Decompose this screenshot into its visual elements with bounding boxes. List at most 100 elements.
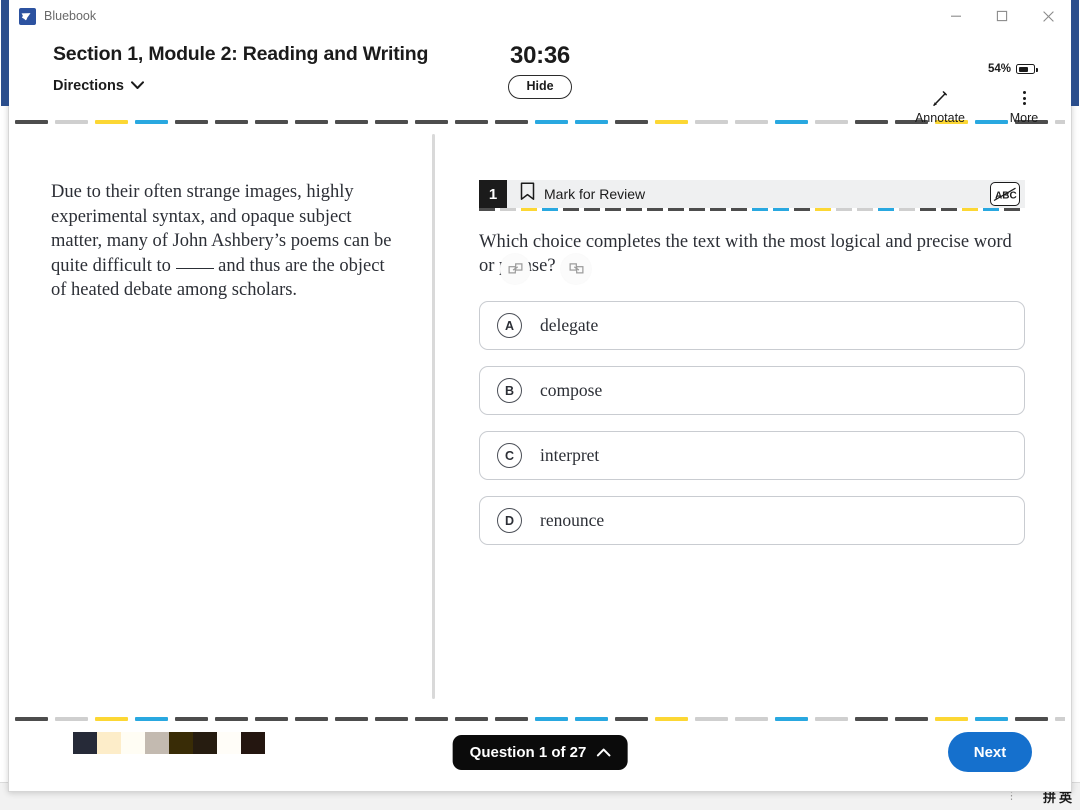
answer-choice-text: delegate xyxy=(540,315,599,336)
app-title: Bluebook xyxy=(44,9,97,23)
dash-segment xyxy=(752,208,768,211)
annotate-label: Annotate xyxy=(914,111,966,125)
question-number-badge: 1 xyxy=(479,180,507,208)
answer-choice-c[interactable]: Cinterpret xyxy=(479,431,1025,481)
more-button[interactable]: More xyxy=(993,88,1055,125)
annotate-button[interactable]: Annotate xyxy=(909,88,971,125)
question-nav-button[interactable]: Question 1 of 27 xyxy=(452,735,628,770)
dash-segment xyxy=(668,208,684,211)
dash-segment xyxy=(626,208,642,211)
page-title: Section 1, Module 2: Reading and Writing xyxy=(53,43,429,65)
taskbar-ghost-item xyxy=(253,791,257,803)
battery-status: 54% xyxy=(987,63,1038,75)
dash-segment xyxy=(479,208,495,211)
window-controls xyxy=(933,0,1071,32)
dash-segment xyxy=(920,208,936,211)
battery-icon xyxy=(1016,64,1038,74)
color-swatch[interactable] xyxy=(241,732,265,754)
answer-choice-letter: C xyxy=(497,443,522,469)
color-swatch[interactable] xyxy=(193,732,217,754)
mark-for-review-label: Mark for Review xyxy=(544,186,646,202)
countdown-timer: 30:36 xyxy=(510,42,570,69)
passage-text: Due to their often strange images, highl… xyxy=(51,180,392,303)
dash-segment xyxy=(1004,208,1020,211)
close-button[interactable] xyxy=(1025,0,1071,32)
dash-segment xyxy=(899,208,915,211)
more-dots-icon[interactable]: ⋮ xyxy=(1006,791,1017,802)
color-swatch[interactable] xyxy=(121,732,145,754)
directions-label: Directions xyxy=(53,78,124,94)
window-accent-left xyxy=(1,0,9,106)
question-header-dashed-rule xyxy=(479,208,1025,211)
window-accent-right xyxy=(1071,0,1079,106)
dash-segment xyxy=(836,208,852,211)
answer-choice-a[interactable]: Adelegate xyxy=(479,301,1025,351)
bluebook-app-window: Bluebook Section 1, Module 2: Reading an… xyxy=(1,0,1079,792)
battery-fill xyxy=(1018,66,1028,72)
dash-segment xyxy=(563,208,579,211)
answer-choice-letter: D xyxy=(497,508,522,534)
desktop-background: ⋮ 拼 英 Bluebook Section 1, Module 2: Read… xyxy=(0,0,1080,810)
mark-for-review-button[interactable]: Mark for Review xyxy=(507,182,645,206)
app-identity: Bluebook xyxy=(9,7,97,25)
passage-blank xyxy=(175,267,214,269)
question-nav-label: Question 1 of 27 xyxy=(469,744,587,761)
dash-segment xyxy=(542,208,558,211)
dash-segment xyxy=(521,208,537,211)
answer-choice-b[interactable]: Bcompose xyxy=(479,366,1025,416)
svg-text:ABC: ABC xyxy=(995,190,1017,201)
taskbar-left-region xyxy=(0,791,1006,803)
question-pane: 1 Mark for Review ABC Which choice compl… xyxy=(435,124,1071,717)
dash-segment xyxy=(689,208,705,211)
answer-choice-letter: A xyxy=(497,313,522,339)
dash-segment xyxy=(983,208,999,211)
answer-choice-text: compose xyxy=(540,380,603,401)
kebab-menu-icon xyxy=(1022,88,1026,108)
answer-choices: Adelegate Bcompose Cinterpret Drenounce xyxy=(479,301,1025,546)
dash-segment xyxy=(878,208,894,211)
hide-timer-button[interactable]: Hide xyxy=(508,75,572,99)
answer-choice-letter: B xyxy=(497,378,522,404)
dash-segment xyxy=(710,208,726,211)
next-button[interactable]: Next xyxy=(948,732,1032,772)
question-header-bar: 1 Mark for Review ABC xyxy=(479,180,1025,208)
taskbar-ghost-item xyxy=(197,791,201,803)
collapse-panel-icon[interactable] xyxy=(561,254,591,284)
more-label: More xyxy=(1009,111,1039,125)
window-titlebar: Bluebook xyxy=(9,0,1071,32)
expand-panel-icon[interactable] xyxy=(500,254,530,284)
dash-segment xyxy=(647,208,663,211)
answer-choice-d[interactable]: Drenounce xyxy=(479,496,1025,546)
dash-segment xyxy=(857,208,873,211)
color-swatch[interactable] xyxy=(97,732,121,754)
dash-segment xyxy=(500,208,516,211)
highlight-color-swatches xyxy=(73,732,265,754)
passage-pane: Due to their often strange images, highl… xyxy=(9,124,432,717)
dash-segment xyxy=(941,208,957,211)
taskbar-ghost-item xyxy=(86,791,90,803)
dash-segment xyxy=(773,208,789,211)
dash-segment xyxy=(731,208,747,211)
chevron-down-icon xyxy=(130,78,144,94)
maximize-button[interactable] xyxy=(979,0,1025,32)
color-swatch[interactable] xyxy=(217,732,241,754)
color-swatch[interactable] xyxy=(169,732,193,754)
dash-segment xyxy=(794,208,810,211)
test-header: Section 1, Module 2: Reading and Writing… xyxy=(9,32,1071,125)
directions-button[interactable]: Directions xyxy=(53,78,144,94)
abc-strikethrough-icon[interactable]: ABC xyxy=(990,182,1020,206)
dash-segment xyxy=(584,208,600,211)
bluebook-logo-icon xyxy=(19,7,36,25)
taskbar-ghost-item xyxy=(142,791,146,803)
dash-segment xyxy=(815,208,831,211)
answer-choice-text: interpret xyxy=(540,445,600,466)
dash-segment xyxy=(605,208,621,211)
color-swatch[interactable] xyxy=(145,732,169,754)
pencil-icon xyxy=(931,88,950,108)
battery-percent-label: 54% xyxy=(987,63,1011,75)
test-footer: Question 1 of 27 Next xyxy=(9,721,1071,791)
minimize-button[interactable] xyxy=(933,0,979,32)
header-tools: Annotate More xyxy=(909,88,1055,125)
chevron-up-icon xyxy=(596,744,611,761)
color-swatch[interactable] xyxy=(73,732,97,754)
